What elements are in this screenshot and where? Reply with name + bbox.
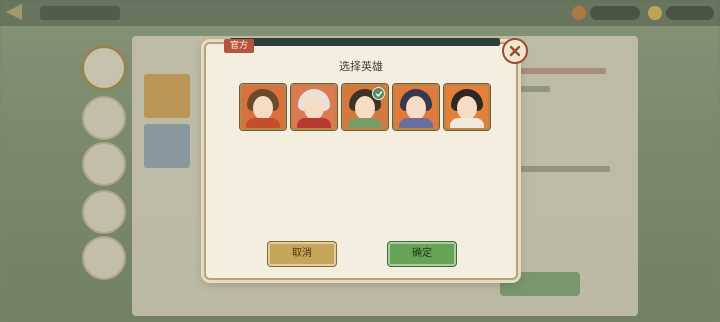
selected-check-icon [372,87,385,100]
portrait-robe [297,118,331,128]
dialog-title: 选择英雄 [339,60,383,73]
close-x-icon [509,45,521,57]
portrait-face [304,96,324,120]
select-hero-dialog: 官方 选择英雄 取消 确定 [204,38,528,280]
hero-portrait-2[interactable] [291,84,337,130]
portrait-robe [399,118,433,128]
hero-portrait-5[interactable] [444,84,490,130]
portrait-face [457,96,477,120]
portrait-face [406,96,426,120]
official-badge: 官方 [224,39,255,53]
dialog-top-bar [230,38,500,46]
portrait-face [355,96,375,120]
portrait-robe [450,118,484,128]
hero-portrait-3[interactable] [342,84,388,130]
hero-portrait-4[interactable] [393,84,439,130]
hero-portrait-1[interactable] [240,84,286,130]
hero-list [240,84,490,130]
confirm-button[interactable]: 确定 [388,242,456,266]
cancel-button[interactable]: 取消 [268,242,336,266]
portrait-robe [246,118,280,128]
portrait-face [253,96,273,120]
portrait-robe [348,118,382,128]
